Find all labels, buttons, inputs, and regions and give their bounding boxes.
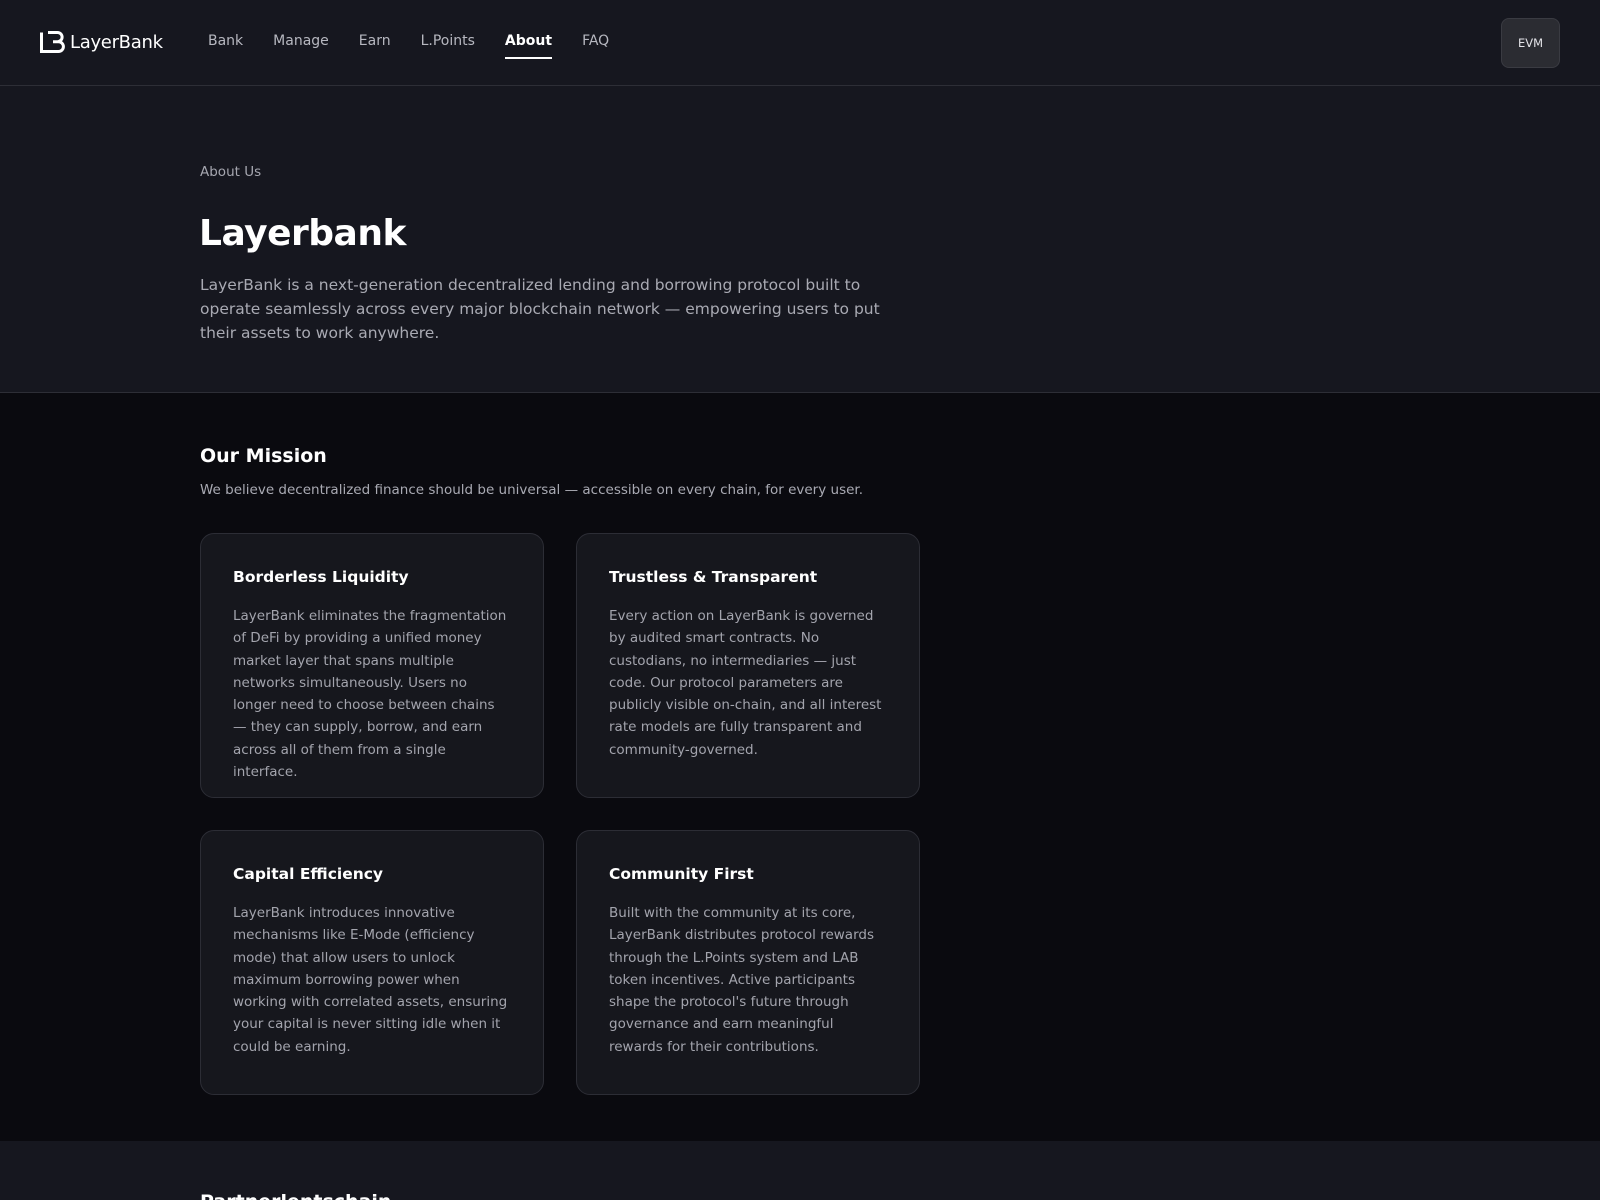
partners-title: Partnerlentschain [200, 1191, 391, 1200]
nav-link-faq[interactable]: FAQ [582, 33, 609, 59]
layerbank-logo-icon [40, 31, 65, 53]
nav-link-lpoints[interactable]: L.Points [421, 33, 475, 59]
card-body: LayerBank eliminates the fragmentation o… [233, 608, 507, 781]
mission-card-capital-efficiency: Capital Efficiency LayerBank introduces … [200, 830, 544, 1095]
card-title: Capital Efficiency [233, 865, 384, 883]
card-body: LayerBank introduces innovative mechanis… [233, 905, 508, 1055]
mission-section: Our Mission We believe decentralized fin… [0, 393, 1600, 1141]
about-hero: About Us Layerbank LayerBank is a next-g… [0, 86, 1600, 393]
nav-link-about[interactable]: About [504, 33, 553, 59]
nav-link-manage[interactable]: Manage [273, 33, 329, 59]
hero-description: LayerBank is a next-generation decentral… [200, 276, 880, 342]
mission-card-community-first: Community First Built with the community… [576, 830, 920, 1095]
hero-eyebrow: About Us [200, 164, 262, 180]
top-navbar: LayerBank Bank Manage Earn L.Points Abou… [0, 0, 1600, 86]
mission-card-trustless-transparent: Trustless & Transparent Every action on … [576, 533, 920, 798]
main-nav: Bank Manage Earn L.Points About FAQ [208, 33, 639, 59]
card-body: Built with the community at its core, La… [609, 905, 874, 1055]
card-title: Trustless & Transparent [609, 568, 818, 586]
mission-title: Our Mission [200, 445, 327, 467]
nav-link-bank[interactable]: Bank [208, 33, 243, 59]
card-title: Community First [609, 865, 754, 883]
page-title: Layerbank [199, 213, 406, 254]
layerbank-logo[interactable]: LayerBank [40, 30, 163, 54]
nav-link-earn[interactable]: Earn [359, 33, 391, 59]
mission-card-borderless-liquidity: Borderless Liquidity LayerBank eliminate… [200, 533, 544, 798]
partners-section: Partnerlentschain [0, 1141, 1600, 1200]
logo-text: LayerBank [70, 31, 163, 53]
mission-subtitle: We believe decentralized finance should … [200, 482, 864, 498]
card-body: Every action on LayerBank is governed by… [609, 608, 882, 758]
card-title: Borderless Liquidity [233, 568, 409, 586]
network-select-button[interactable]: EVM [1501, 18, 1560, 68]
